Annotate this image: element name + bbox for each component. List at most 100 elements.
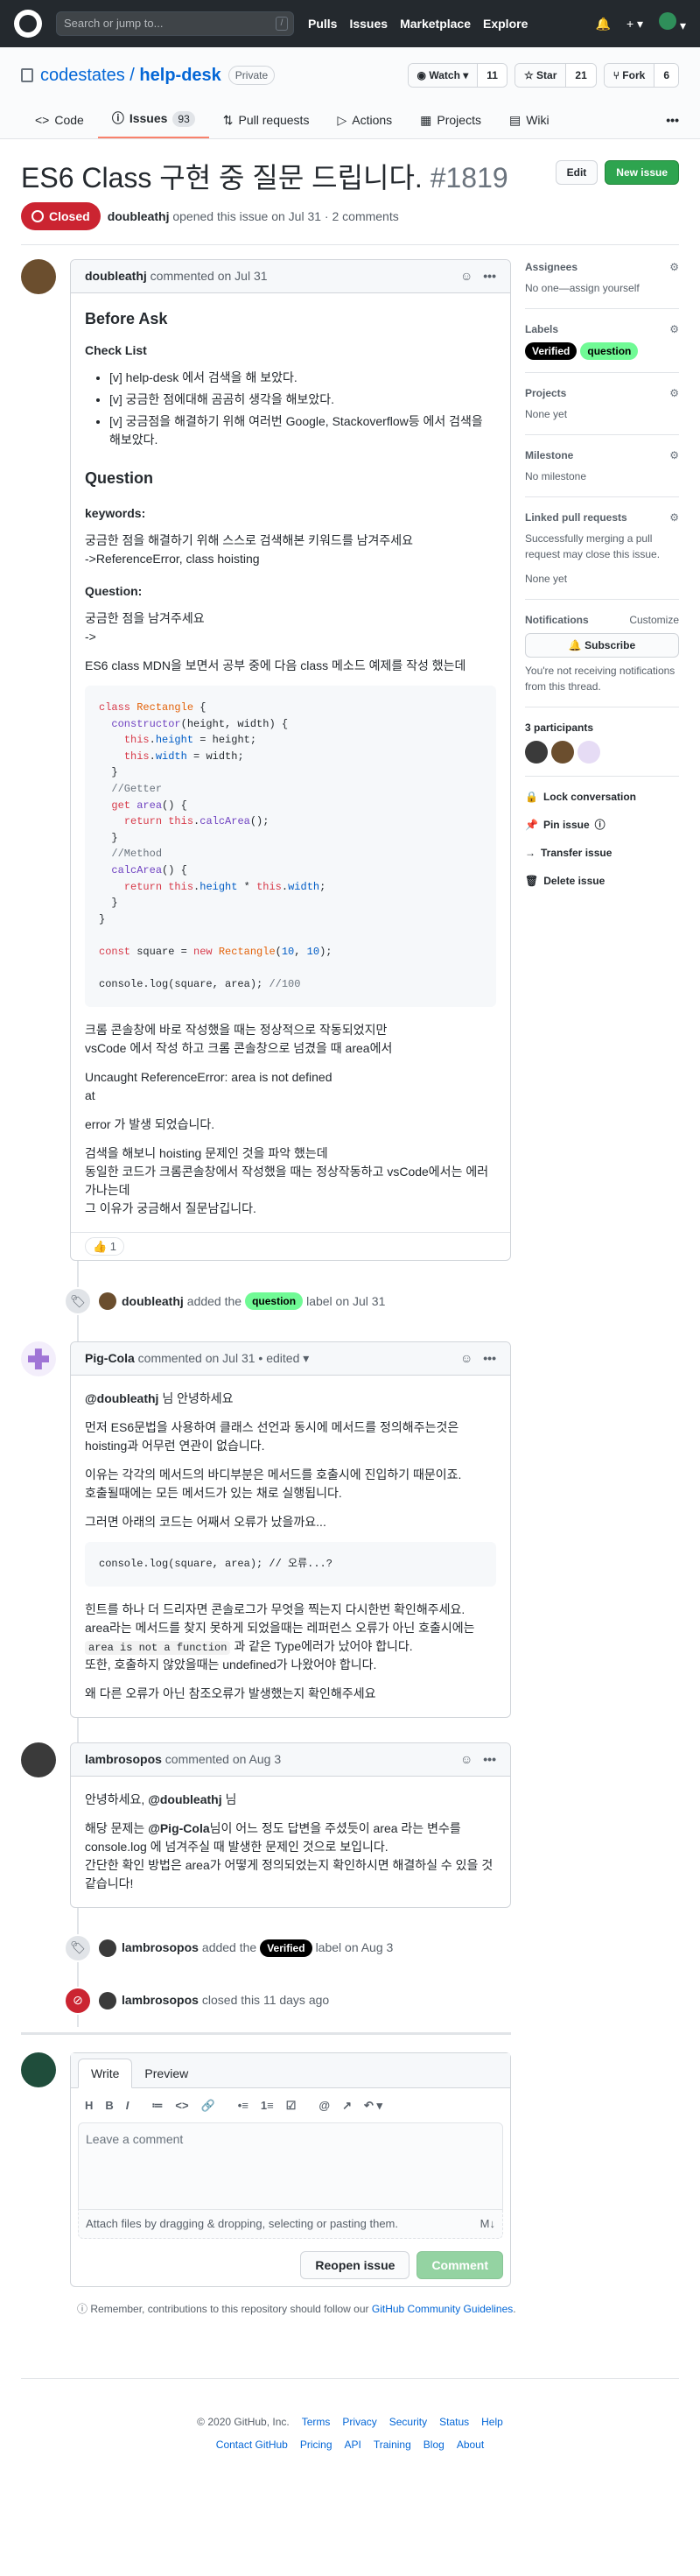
heading-icon[interactable]: H — [85, 2097, 93, 2115]
footer-link-status[interactable]: Status — [439, 2414, 469, 2430]
transfer-issue-button[interactable]: → Transfer issue — [525, 845, 679, 861]
avatar[interactable] — [21, 1742, 56, 1777]
label-question[interactable]: question — [580, 342, 639, 360]
smiley-icon[interactable]: ☺ — [460, 1750, 472, 1769]
label-question[interactable]: question — [245, 1292, 304, 1311]
user-mention[interactable]: @Pig-Cola — [148, 1821, 209, 1835]
avatar[interactable] — [21, 2052, 56, 2087]
tab-preview[interactable]: Preview — [132, 2059, 200, 2087]
bulleted-list-icon[interactable]: •≡ — [238, 2097, 248, 2115]
star-count[interactable]: 21 — [566, 64, 596, 87]
repo-name-link[interactable]: help-desk — [139, 66, 220, 85]
footer-link-blog[interactable]: Blog — [424, 2437, 444, 2453]
watch-count[interactable]: 11 — [478, 64, 507, 87]
nav-explore[interactable]: Explore — [483, 15, 528, 33]
nav-issues[interactable]: Issues — [349, 15, 388, 33]
tab-write[interactable]: Write — [78, 2058, 133, 2088]
gear-icon[interactable]: ⚙ — [669, 447, 679, 463]
cross-reference-icon[interactable]: ↗ — [342, 2097, 352, 2115]
avatar[interactable] — [99, 1939, 116, 1957]
footer-link-pricing[interactable]: Pricing — [300, 2437, 332, 2453]
tab-wiki[interactable]: ▤ Wiki — [495, 111, 564, 138]
avatar[interactable] — [21, 1341, 56, 1377]
avatar[interactable] — [99, 1991, 116, 2009]
avatar[interactable] — [21, 259, 56, 294]
nav-pulls[interactable]: Pulls — [308, 15, 337, 33]
label-verified[interactable]: Verified — [525, 342, 578, 360]
delete-issue-button[interactable]: 🗑 Delete issue — [525, 873, 679, 889]
footer-link-api[interactable]: API — [345, 2437, 361, 2453]
star-button[interactable]: ☆ Star 21 — [514, 63, 597, 88]
comment-textarea[interactable]: Leave a comment — [78, 2122, 503, 2211]
watch-button[interactable]: ◉ Watch ▾ 11 — [407, 63, 508, 88]
tab-pull-requests[interactable]: ⇅ Pull requests — [209, 111, 324, 138]
assignees-value[interactable]: No one—assign yourself — [525, 280, 679, 296]
footer-link-terms[interactable]: Terms — [302, 2414, 331, 2430]
lock-conversation-button[interactable]: 🔒 Lock conversation — [525, 789, 679, 805]
label-verified[interactable]: Verified — [260, 1939, 312, 1957]
comment-time[interactable]: commented on Aug 3 — [165, 1750, 281, 1769]
comment-author[interactable]: doubleathj — [85, 267, 147, 285]
new-issue-button[interactable]: New issue — [605, 160, 679, 185]
footer-link-contact[interactable]: Contact GitHub — [216, 2437, 288, 2453]
avatar[interactable] — [551, 741, 574, 764]
repo-owner-link[interactable]: codestates — [40, 66, 125, 85]
fork-button[interactable]: ⑂ Fork 6 — [603, 63, 679, 88]
user-menu-button[interactable]: ▾ — [659, 12, 686, 35]
event-actor[interactable]: lambrosopos — [122, 1939, 199, 1957]
create-new-button[interactable]: + ▾ — [626, 15, 643, 33]
search-input[interactable]: Search or jump to... / — [56, 11, 294, 36]
attach-files-area[interactable]: Attach files by dragging & dropping, sel… — [78, 2210, 503, 2239]
avatar[interactable] — [578, 741, 600, 764]
tab-actions[interactable]: ▷ Actions — [323, 111, 406, 138]
task-list-icon[interactable]: ☑ — [286, 2097, 297, 2115]
smiley-icon[interactable]: ☺ — [460, 1349, 472, 1368]
issue-author-link[interactable]: doubleathj — [108, 209, 170, 223]
code-icon[interactable]: <> — [175, 2097, 188, 2115]
comment-time[interactable]: commented on Jul 31 • edited ▾ — [138, 1349, 310, 1368]
quote-icon[interactable]: ≔ — [151, 2097, 163, 2115]
markdown-icon[interactable]: M↓ — [480, 2215, 495, 2233]
reply-icon[interactable]: ↶ ▾ — [364, 2097, 382, 2115]
event-actor[interactable]: doubleathj — [122, 1292, 184, 1311]
comment-author[interactable]: Pig-Cola — [85, 1349, 135, 1368]
bold-icon[interactable]: B — [105, 2097, 113, 2115]
footer-link-about[interactable]: About — [457, 2437, 484, 2453]
avatar[interactable] — [525, 741, 548, 764]
github-logo-icon[interactable] — [14, 10, 42, 38]
footer-link-security[interactable]: Security — [389, 2414, 427, 2430]
comment-time[interactable]: commented on Jul 31 — [150, 267, 268, 285]
more-tabs-button[interactable]: ••• — [666, 111, 679, 138]
reopen-issue-button[interactable]: Reopen issue — [300, 2250, 410, 2279]
italic-icon[interactable]: I — [126, 2097, 130, 2115]
user-mention[interactable]: @doubleathj — [85, 1391, 158, 1405]
mention-icon[interactable]: @ — [318, 2097, 330, 2115]
kebab-menu-icon[interactable]: ••• — [483, 1349, 496, 1368]
tab-issues[interactable]: ⓘ Issues 93 — [97, 109, 209, 138]
footer-link-privacy[interactable]: Privacy — [342, 2414, 376, 2430]
link-icon[interactable]: 🔗 — [201, 2097, 215, 2115]
gear-icon[interactable]: ⚙ — [669, 510, 679, 525]
comment-button[interactable]: Comment — [416, 2250, 503, 2279]
user-mention[interactable]: @doubleathj — [148, 1792, 221, 1806]
footer-link-help[interactable]: Help — [481, 2414, 503, 2430]
smiley-icon[interactable]: ☺ — [460, 267, 472, 285]
customize-link[interactable]: Customize — [629, 612, 679, 628]
tab-projects[interactable]: ▦ Projects — [406, 111, 495, 138]
comment-author[interactable]: lambrosopos — [85, 1750, 162, 1769]
footer-link-training[interactable]: Training — [374, 2437, 411, 2453]
avatar[interactable] — [99, 1292, 116, 1311]
numbered-list-icon[interactable]: 1≡ — [261, 2097, 274, 2115]
community-guidelines-link[interactable]: GitHub Community Guidelines — [372, 2303, 513, 2315]
gear-icon[interactable]: ⚙ — [669, 259, 679, 275]
kebab-menu-icon[interactable]: ••• — [483, 1750, 496, 1769]
gear-icon[interactable]: ⚙ — [669, 321, 679, 337]
event-actor[interactable]: lambrosopos — [122, 1991, 199, 2009]
fork-count[interactable]: 6 — [654, 64, 678, 87]
kebab-menu-icon[interactable]: ••• — [483, 267, 496, 285]
pin-issue-button[interactable]: 📌 Pin issue ⓘ — [525, 817, 679, 833]
tab-code[interactable]: <> Code — [21, 111, 98, 138]
thumbs-up-reaction[interactable]: 👍 1 — [85, 1236, 125, 1256]
nav-marketplace[interactable]: Marketplace — [400, 15, 471, 33]
subscribe-button[interactable]: 🔔 Subscribe — [525, 633, 679, 658]
